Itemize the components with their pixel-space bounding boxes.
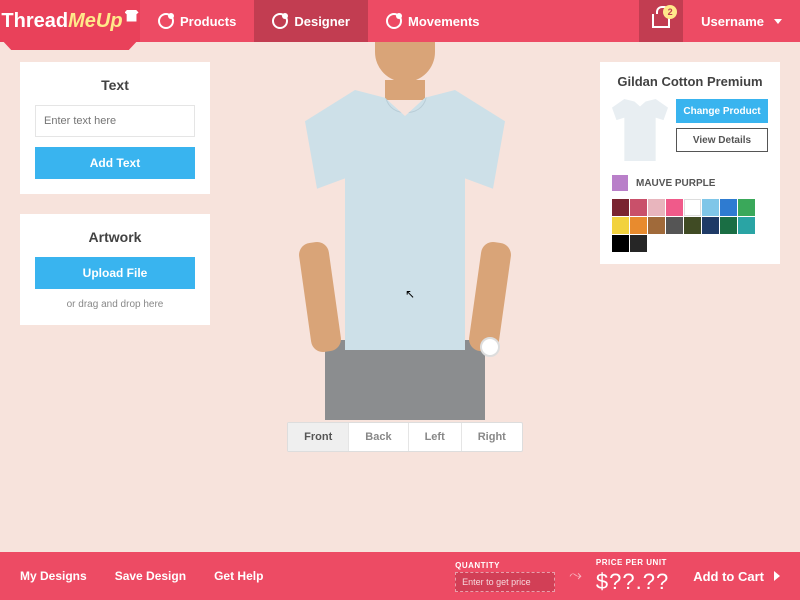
chevron-down-icon	[774, 19, 782, 24]
nav-label: Products	[180, 14, 236, 29]
nav-label: Movements	[408, 14, 480, 29]
right-column: Gildan Cotton Premium Change Product Vie…	[600, 62, 780, 532]
main-area: Text Add Text Artwork Upload File or dra…	[0, 42, 800, 552]
globe-icon	[272, 13, 288, 29]
brand-part2: MeUp	[68, 10, 122, 32]
product-panel: Gildan Cotton Premium Change Product Vie…	[600, 62, 780, 264]
cart-badge: 2	[663, 5, 677, 19]
nav-item-products[interactable]: Products	[140, 0, 254, 42]
color-swatch[interactable]	[720, 199, 737, 216]
text-panel: Text Add Text	[20, 62, 210, 194]
globe-icon	[158, 13, 174, 29]
view-details-button[interactable]: View Details	[676, 128, 768, 152]
color-swatch[interactable]	[630, 199, 647, 216]
color-swatch[interactable]	[684, 199, 701, 216]
bottom-right: QUANTITY ⤳ PRICE PER UNIT $??.?? Add to …	[455, 558, 780, 595]
quantity-label: QUANTITY	[455, 561, 555, 570]
quantity-input[interactable]	[455, 572, 555, 592]
color-swatch[interactable]	[684, 217, 701, 234]
color-swatch[interactable]	[666, 199, 683, 216]
color-swatch[interactable]	[738, 217, 755, 234]
model-jeans	[325, 340, 485, 420]
shirt-icon	[125, 10, 139, 22]
nav-item-designer[interactable]: Designer	[254, 0, 368, 42]
nav-items: Products Designer Movements	[140, 0, 498, 42]
my-designs-link[interactable]: My Designs	[20, 569, 87, 583]
selected-color: MAUVE PURPLE	[612, 175, 768, 191]
nav-right: 2 Username	[639, 0, 800, 42]
view-tab-left[interactable]: Left	[409, 423, 462, 451]
color-swatches	[612, 199, 768, 252]
nav-label: Designer	[294, 14, 350, 29]
change-product-button[interactable]: Change Product	[676, 99, 768, 123]
product-thumb	[612, 99, 668, 161]
add-to-cart-label: Add to Cart	[693, 569, 764, 584]
arrow-right-icon: ⤳	[569, 567, 582, 585]
color-swatch[interactable]	[648, 199, 665, 216]
color-swatch[interactable]	[702, 217, 719, 234]
top-nav: ThreadMeUp Products Designer Movements 2…	[0, 0, 800, 42]
text-panel-title: Text	[35, 77, 195, 93]
brand-logo[interactable]: ThreadMeUp	[0, 0, 140, 42]
view-tab-front[interactable]: Front	[288, 423, 349, 451]
bottom-bar: My Designs Save Design Get Help QUANTITY…	[0, 552, 800, 600]
user-menu[interactable]: Username	[683, 14, 800, 29]
color-swatch[interactable]	[738, 199, 755, 216]
color-swatch[interactable]	[612, 217, 629, 234]
canvas-area[interactable]: ↖ Front Back Left Right	[228, 62, 582, 532]
model-head	[375, 42, 435, 82]
chevron-right-icon	[774, 571, 780, 581]
color-swatch[interactable]	[648, 217, 665, 234]
get-help-link[interactable]: Get Help	[214, 569, 263, 583]
ppu-label: PRICE PER UNIT	[596, 558, 669, 567]
username-label: Username	[701, 14, 764, 29]
brand-part1: Thread	[1, 10, 68, 32]
upload-file-button[interactable]: Upload File	[35, 257, 195, 289]
color-swatch[interactable]	[666, 217, 683, 234]
product-name: Gildan Cotton Premium	[612, 74, 768, 89]
cart-button[interactable]: 2	[639, 0, 683, 42]
price-value: $??.??	[596, 569, 669, 595]
color-swatch[interactable]	[612, 199, 629, 216]
product-row: Change Product View Details	[612, 99, 768, 161]
color-swatch[interactable]	[720, 217, 737, 234]
view-tab-right[interactable]: Right	[462, 423, 522, 451]
globe-icon	[386, 13, 402, 29]
artwork-panel: Artwork Upload File or drag and drop her…	[20, 214, 210, 325]
product-model	[275, 42, 535, 462]
view-tab-back[interactable]: Back	[349, 423, 408, 451]
color-swatch[interactable]	[702, 199, 719, 216]
selected-color-label: MAUVE PURPLE	[636, 178, 715, 189]
left-column: Text Add Text Artwork Upload File or dra…	[20, 62, 210, 532]
save-design-link[interactable]: Save Design	[115, 569, 186, 583]
color-swatch[interactable]	[630, 235, 647, 252]
nav-item-movements[interactable]: Movements	[368, 0, 498, 42]
drag-drop-hint: or drag and drop here	[35, 299, 195, 310]
quantity-group: QUANTITY	[455, 561, 555, 592]
add-to-cart-button[interactable]: Add to Cart	[693, 569, 780, 584]
artwork-panel-title: Artwork	[35, 229, 195, 245]
color-swatch[interactable]	[612, 235, 629, 252]
model-watch-icon	[480, 337, 500, 357]
selected-color-chip	[612, 175, 628, 191]
view-tabs: Front Back Left Right	[287, 422, 523, 452]
text-input[interactable]	[35, 105, 195, 137]
product-buttons: Change Product View Details	[676, 99, 768, 152]
color-swatch[interactable]	[630, 217, 647, 234]
add-text-button[interactable]: Add Text	[35, 147, 195, 179]
price-group: PRICE PER UNIT $??.??	[596, 558, 669, 595]
logo-ribbon	[0, 38, 140, 50]
